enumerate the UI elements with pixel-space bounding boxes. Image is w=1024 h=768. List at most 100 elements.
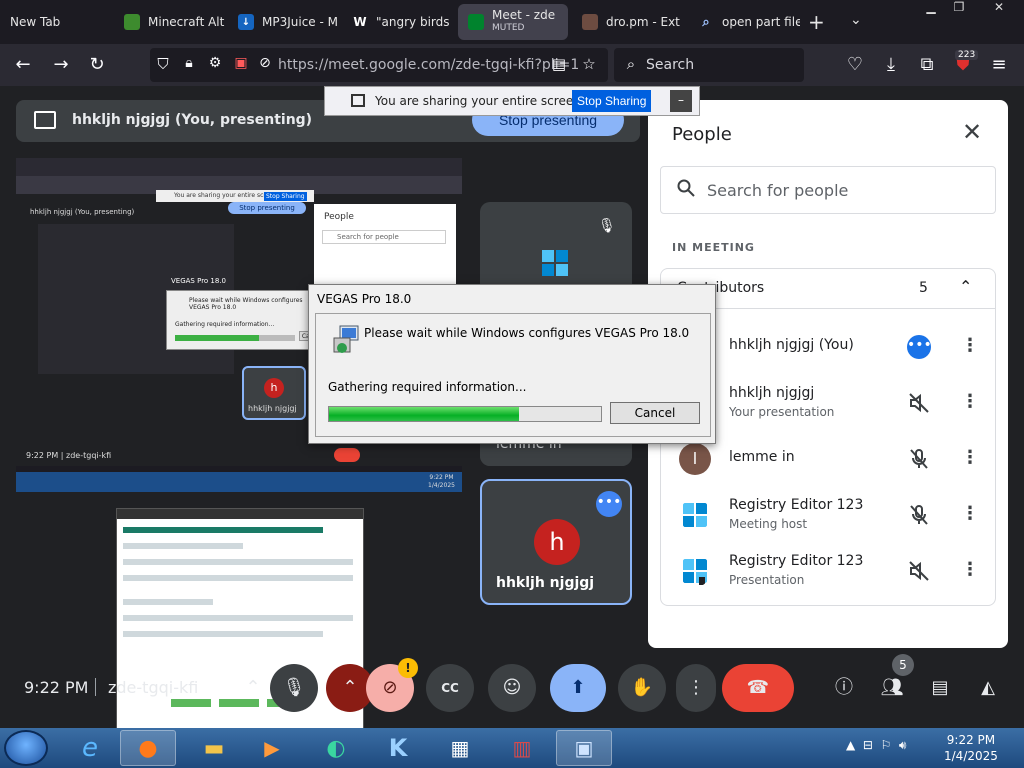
tab-minecraft[interactable]: Minecraft Alt: [114, 4, 226, 40]
chevron-up-icon[interactable]: ⌃: [959, 277, 972, 296]
search-icon: [677, 179, 695, 197]
participant-tile-self[interactable]: ••• h hhkljh njgjgj: [480, 479, 632, 605]
tab-new-tab[interactable]: New Tab: [0, 4, 112, 40]
autoplay-blocked-icon[interactable]: ⊘: [254, 55, 276, 71]
screen-share-indicator-icon[interactable]: ▣: [230, 55, 252, 71]
k-app-icon[interactable]: K: [370, 730, 426, 766]
permissions-icon[interactable]: ⚙: [204, 55, 226, 71]
people-search[interactable]: [660, 166, 996, 214]
minecraft-icon[interactable]: ▦: [432, 730, 488, 766]
activities-icon[interactable]: ◭: [970, 664, 1006, 712]
participant-row[interactable]: Registry Editor 123 Presentation ⋮: [661, 543, 995, 599]
emoji-reactions-button[interactable]: ☺: [488, 664, 536, 712]
avatar: l: [679, 443, 711, 475]
close-window-icon[interactable]: ✕: [984, 0, 1014, 18]
meeting-info-icon[interactable]: ⓘ: [826, 664, 862, 712]
end-call-button[interactable]: ☎: [722, 664, 794, 712]
restore-window-icon[interactable]: ❐: [944, 0, 974, 18]
vegas-install-dialog: VEGAS Pro 18.0 Please wait while Windows…: [308, 284, 716, 444]
reader-view-icon[interactable]: ▤: [548, 55, 570, 73]
participant-row[interactable]: Registry Editor 123 Meeting host ⋮: [661, 487, 995, 543]
taskbar-clock[interactable]: 9:22 PM 1/4/2025: [944, 732, 998, 764]
tab-angry-birds[interactable]: W "angry birds: [342, 4, 454, 40]
microphone-button[interactable]: 🎙︎: [270, 664, 318, 712]
app-icon[interactable]: ◐: [308, 730, 364, 766]
more-options-button[interactable]: ⋮: [676, 664, 716, 712]
preview-vegas-message: Please wait while Windows configures VEG…: [189, 297, 303, 311]
extension-badge-count: 223: [955, 50, 979, 60]
system-tray-icons[interactable]: ▲ ⊟ ⚐ 🔊︎: [846, 738, 907, 753]
present-screen-button[interactable]: ⬆: [550, 664, 606, 712]
tab-label: "angry birds: [376, 15, 450, 29]
installer-icon[interactable]: ▣: [556, 730, 612, 766]
participant-role: Presentation: [729, 573, 805, 587]
media-player-icon[interactable]: ▶: [244, 730, 300, 766]
search-bar[interactable]: ⌕ Search: [614, 48, 804, 82]
kebab-menu-icon[interactable]: ⋮: [961, 335, 979, 357]
tab-label: Meet - zde: [492, 8, 556, 22]
meet-control-bar: 9:22 PM zde-tgqi-kfi ⌃ 🎙︎ ⌃ ⊘ ! CC ☺ ⬆ ✋…: [0, 648, 1024, 728]
lock-icon[interactable]: 🔒︎: [178, 55, 200, 71]
kebab-menu-icon[interactable]: ⋮: [961, 503, 979, 525]
url-bar[interactable]: ⛉ 🔒︎ ⚙ ▣ ⊘ https://meet.google.com/zde-t…: [150, 48, 608, 82]
people-search-input[interactable]: [707, 179, 977, 201]
preview-people-title: People: [324, 212, 354, 222]
raise-hand-button[interactable]: ✋: [618, 664, 666, 712]
tab-meet[interactable]: Meet - zde MUTED ✕: [458, 4, 568, 40]
warning-badge: !: [398, 658, 418, 678]
mic-off-icon: 🎙︎: [598, 218, 616, 234]
google-meet-icon: [468, 14, 484, 30]
pocket-icon[interactable]: ♡: [844, 54, 866, 75]
tab-open-part-file[interactable]: ⌕ open part file: [688, 4, 800, 40]
preview-line: [123, 527, 323, 533]
tab-label: open part file: [722, 15, 800, 29]
minimize-notice-button[interactable]: –: [670, 90, 692, 112]
clock-date: 1/4/2025: [944, 749, 998, 763]
audio-options-chevron-icon[interactable]: ⌃: [236, 664, 270, 712]
registry-editor-icon: [542, 250, 568, 276]
meeting-code: zde-tgqi-kfi: [108, 678, 199, 697]
stop-sharing-button[interactable]: Stop Sharing: [572, 90, 652, 112]
captions-button[interactable]: CC: [426, 664, 474, 712]
url-text[interactable]: https://meet.google.com/zde-tgqi-kfi?pli…: [278, 57, 579, 73]
preview-vegas-title: VEGAS Pro 18.0: [171, 277, 227, 285]
tab-muted-label: MUTED: [492, 23, 525, 33]
firefox-icon[interactable]: ●: [120, 730, 176, 766]
chevron-down-icon[interactable]: ⌄: [850, 12, 862, 28]
kebab-menu-icon[interactable]: ⋮: [961, 447, 979, 469]
preview-meeting-info: 9:22 PM | zde-tgqi-kfi: [26, 451, 112, 460]
preview-progress-bar: [175, 335, 295, 341]
internet-explorer-icon[interactable]: e: [62, 730, 118, 766]
registry-editor-icon: [683, 503, 707, 527]
bookmark-star-icon[interactable]: ☆: [578, 55, 600, 73]
screen-share-icon: [351, 94, 365, 107]
preview-end-call: [334, 448, 360, 462]
hamburger-menu-icon[interactable]: ≡: [988, 54, 1010, 75]
forward-arrow-icon[interactable]: →: [50, 54, 72, 75]
participant-name: hhkljh njgjgj (You): [729, 337, 854, 353]
minimize-window-icon[interactable]: ▁: [916, 0, 946, 18]
file-explorer-icon[interactable]: ▬: [186, 730, 242, 766]
preview-tab-bar: [16, 158, 462, 176]
kebab-menu-icon[interactable]: ⋮: [961, 391, 979, 413]
back-arrow-icon[interactable]: ←: [12, 54, 34, 75]
extensions-icon[interactable]: ⧉: [916, 54, 938, 75]
cancel-button[interactable]: Cancel: [610, 402, 700, 424]
close-icon[interactable]: ✕: [962, 120, 982, 144]
preview-line: [123, 615, 353, 621]
shield-icon[interactable]: ⛉: [152, 55, 174, 73]
downloads-icon[interactable]: ⤓: [880, 54, 902, 75]
chat-icon[interactable]: ▤: [922, 664, 958, 712]
more-options-icon[interactable]: •••: [907, 335, 932, 359]
winrar-icon[interactable]: ▥: [494, 730, 550, 766]
tab-mp3juice[interactable]: ↓ MP3Juice - M: [228, 4, 340, 40]
tab-dro-pm[interactable]: dro.pm - Ext: [572, 4, 684, 40]
reload-icon[interactable]: ↻: [86, 54, 108, 75]
dialog-message: Please wait while Windows configures VEG…: [364, 326, 690, 340]
more-options-icon[interactable]: •••: [596, 491, 622, 517]
new-tab-plus-icon[interactable]: +: [808, 10, 825, 34]
preview-meet-controls: 9:22 PM | zde-tgqi-kfi: [16, 446, 462, 466]
kebab-menu-icon[interactable]: ⋮: [961, 559, 979, 581]
mic-off-icon: [910, 505, 928, 525]
windows-start-button[interactable]: [4, 730, 48, 766]
